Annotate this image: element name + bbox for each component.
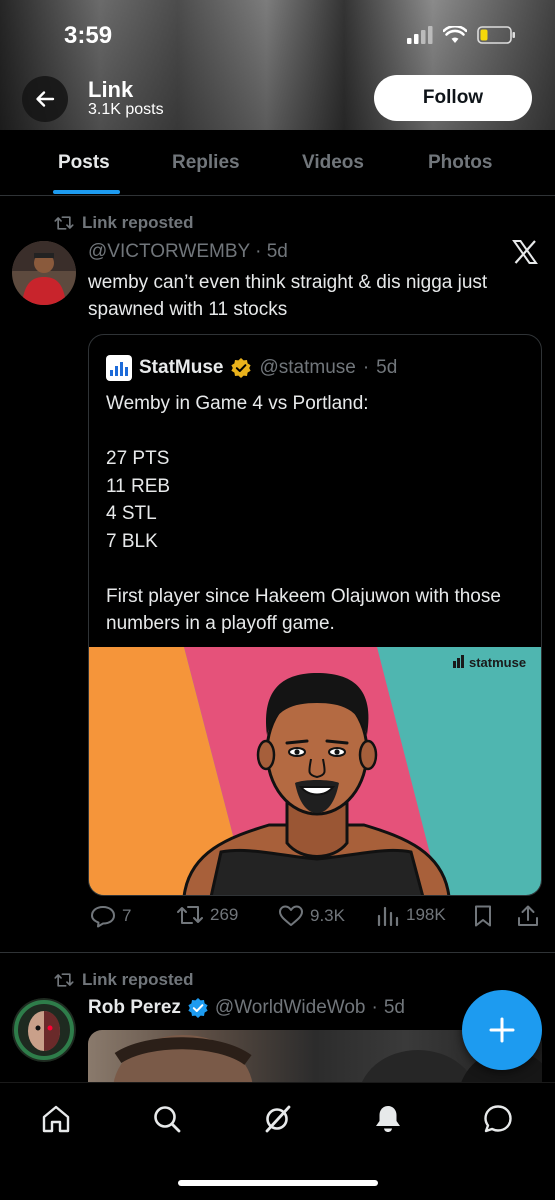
post-count: 3.1K posts bbox=[88, 101, 164, 118]
repost-button[interactable]: 269 bbox=[176, 904, 238, 926]
quote-image[interactable]: statmuse bbox=[89, 647, 541, 895]
compose-button[interactable] bbox=[462, 990, 542, 1070]
profile-tabs: Posts Replies Videos Photos bbox=[0, 130, 555, 196]
share-icon bbox=[518, 905, 538, 926]
repost-indicator: Link reposted bbox=[54, 213, 193, 233]
x-logo-icon bbox=[512, 240, 538, 269]
statmuse-watermark: statmuse bbox=[453, 655, 526, 670]
reply-icon bbox=[91, 906, 115, 928]
nav-grok[interactable] bbox=[260, 1101, 296, 1137]
reply-button[interactable]: 7 bbox=[90, 904, 131, 928]
quote-line: 4 STL bbox=[106, 503, 157, 524]
post-text: wemby can’t even think straight & dis ni… bbox=[88, 272, 488, 320]
messages-icon bbox=[484, 1105, 512, 1133]
quote-line bbox=[106, 555, 526, 583]
repost-label: Link reposted bbox=[82, 213, 194, 232]
avatar[interactable] bbox=[12, 998, 76, 1062]
repost-label: Link reposted bbox=[82, 970, 194, 989]
active-tab-indicator bbox=[53, 190, 120, 194]
post2-author-line: Rob Perez @WorldWideWob · 5d bbox=[88, 997, 405, 1019]
views-button[interactable]: 198K bbox=[376, 904, 446, 926]
statmuse-logo-icon bbox=[106, 355, 132, 381]
quote-line: 11 REB bbox=[106, 475, 171, 497]
post-handle[interactable]: @VICTORWEMBY bbox=[88, 241, 250, 262]
back-button[interactable] bbox=[22, 76, 68, 122]
post2-author-name[interactable]: Rob Perez bbox=[88, 997, 181, 1019]
home-indicator bbox=[178, 1180, 378, 1186]
share-button[interactable] bbox=[516, 904, 540, 928]
repost-indicator: Link reposted bbox=[54, 970, 193, 990]
reply-count: 7 bbox=[122, 906, 132, 925]
post-actions: 7 269 9.3K 198K bbox=[88, 904, 543, 936]
grok-icon bbox=[265, 1105, 291, 1133]
repost-icon bbox=[177, 906, 203, 924]
tab-replies[interactable]: Replies bbox=[172, 152, 240, 174]
repost-icon bbox=[54, 973, 74, 987]
home-icon bbox=[42, 1105, 70, 1133]
nav-notifications[interactable] bbox=[370, 1101, 406, 1137]
repost-count: 269 bbox=[210, 905, 239, 924]
profile-name: Link bbox=[88, 77, 134, 102]
bookmark-button[interactable] bbox=[472, 904, 494, 928]
views-count: 198K bbox=[406, 905, 446, 924]
tab-videos[interactable]: Videos bbox=[302, 152, 364, 174]
post-time: 5d bbox=[266, 241, 288, 262]
repost-icon bbox=[54, 216, 74, 230]
quoted-post[interactable]: StatMuse @statmuse · 5d Wemby in Game 4 vs… bbox=[88, 334, 542, 896]
post2-time: 5d bbox=[383, 997, 405, 1018]
status-icons bbox=[407, 26, 517, 44]
tab-photos[interactable]: Photos bbox=[428, 152, 492, 174]
like-count: 9.3K bbox=[310, 906, 345, 925]
verified-badge-icon bbox=[188, 998, 208, 1018]
bookmark-icon bbox=[475, 905, 491, 927]
back-arrow-icon bbox=[36, 91, 55, 107]
compose-icon bbox=[489, 1017, 515, 1043]
search-icon bbox=[154, 1106, 181, 1133]
quote-line: Wemby in Game 4 vs Portland: bbox=[106, 393, 369, 414]
quote-header: StatMuse @statmuse · 5d bbox=[106, 355, 397, 381]
quote-handle: @statmuse bbox=[259, 357, 356, 378]
wifi-icon bbox=[443, 26, 467, 43]
battery-icon bbox=[477, 26, 515, 44]
nav-search[interactable] bbox=[149, 1101, 185, 1137]
profile-header: 3:59 Link 3.1K posts Follow bbox=[0, 0, 555, 130]
notifications-icon bbox=[376, 1106, 400, 1132]
quote-line: First player since Hakeem Olajuwon with … bbox=[106, 585, 501, 635]
like-icon bbox=[279, 905, 303, 926]
quote-time: 5d bbox=[376, 357, 398, 378]
watermark-text: statmuse bbox=[469, 655, 526, 670]
quote-author-name[interactable]: StatMuse bbox=[139, 357, 223, 379]
post-handle-line: @VICTORWEMBY · 5d bbox=[88, 241, 288, 262]
like-button[interactable]: 9.3K bbox=[278, 904, 345, 928]
views-icon bbox=[377, 906, 399, 926]
quote-line bbox=[106, 418, 526, 446]
nav-home[interactable] bbox=[38, 1101, 74, 1137]
status-time: 3:59 bbox=[64, 22, 113, 49]
avatar[interactable] bbox=[12, 241, 76, 305]
post2-handle: @WorldWideWob bbox=[214, 997, 366, 1018]
signal-icon bbox=[407, 26, 433, 44]
verified-badge-icon bbox=[231, 358, 252, 378]
follow-button[interactable]: Follow bbox=[374, 75, 532, 121]
post-divider bbox=[0, 952, 555, 953]
tab-posts[interactable]: Posts bbox=[58, 152, 110, 174]
nav-messages[interactable] bbox=[480, 1101, 516, 1137]
quote-line: 27 PTS bbox=[106, 448, 170, 469]
quote-text: Wemby in Game 4 vs Portland: 27 PTS 11 R… bbox=[106, 390, 526, 638]
quote-line: 7 BLK bbox=[106, 530, 158, 552]
